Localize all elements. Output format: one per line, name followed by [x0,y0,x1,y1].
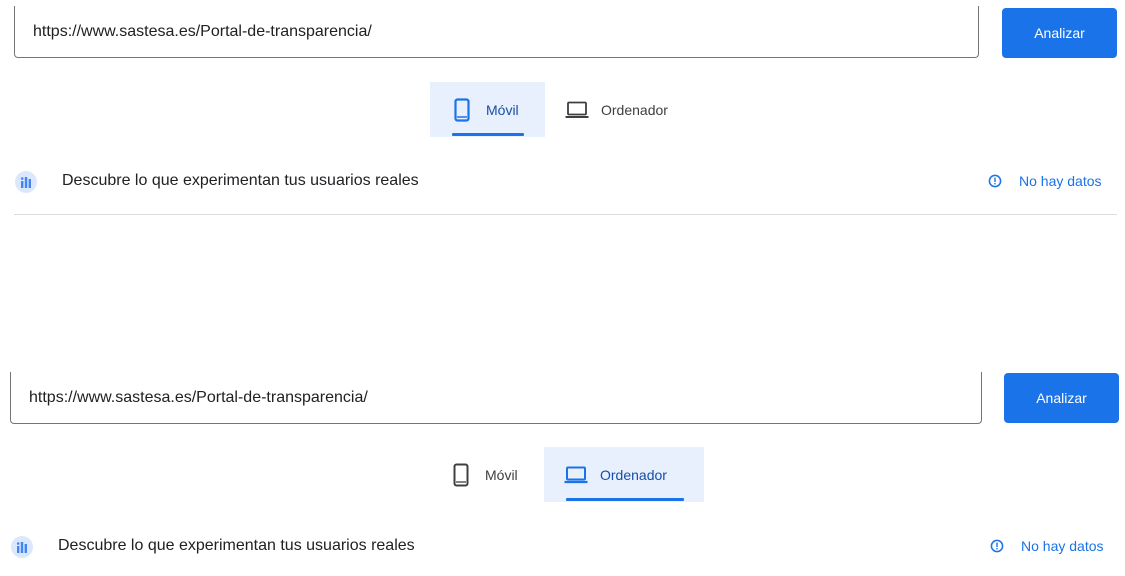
url-input-value: https://www.sastesa.es/Portal-de-transpa… [29,388,368,406]
tab-mobile[interactable]: Móvil [429,447,544,502]
crux-section: Descubre lo que experimentan tus usuario… [0,532,1125,562]
crux-title: Descubre lo que experimentan tus usuario… [62,172,419,189]
crux-users-icon [10,535,34,559]
analysis-panel-mobile: https://www.sastesa.es/Portal-de-transpa… [0,0,1125,216]
active-tab-indicator [566,498,684,501]
analysis-panel-desktop: https://www.sastesa.es/Portal-de-transpa… [0,366,1125,576]
info-icon [988,174,1002,188]
analyze-button[interactable]: Analizar [1004,373,1119,423]
smartphone-icon [450,97,474,122]
tab-desktop-label: Ordenador [601,101,668,118]
no-data-label: No hay datos [1021,538,1104,554]
tab-desktop[interactable]: Ordenador [544,447,704,502]
no-data-label: No hay datos [1019,173,1102,189]
tab-mobile[interactable]: Móvil [430,82,545,137]
active-tab-indicator [452,133,524,136]
no-data-link[interactable]: No hay datos [988,173,1102,189]
tab-desktop[interactable]: Ordenador [545,82,705,137]
url-input-value: https://www.sastesa.es/Portal-de-transpa… [33,22,372,40]
crux-title: Descubre lo que experimentan tus usuario… [58,537,415,554]
url-input[interactable]: https://www.sastesa.es/Portal-de-transpa… [14,6,979,58]
laptop-icon [564,463,588,487]
analyze-button[interactable]: Analizar [1002,8,1117,58]
smartphone-icon [449,463,473,487]
tab-desktop-label: Ordenador [600,466,667,483]
laptop-icon [565,98,589,122]
tab-mobile-label: Móvil [486,101,519,118]
info-icon [990,539,1004,553]
crux-users-icon [14,170,38,194]
section-divider [14,214,1117,215]
url-input[interactable]: https://www.sastesa.es/Portal-de-transpa… [10,372,982,424]
no-data-link[interactable]: No hay datos [990,538,1104,554]
tab-mobile-label: Móvil [485,466,518,483]
crux-section: Descubre lo que experimentan tus usuario… [0,167,1125,197]
